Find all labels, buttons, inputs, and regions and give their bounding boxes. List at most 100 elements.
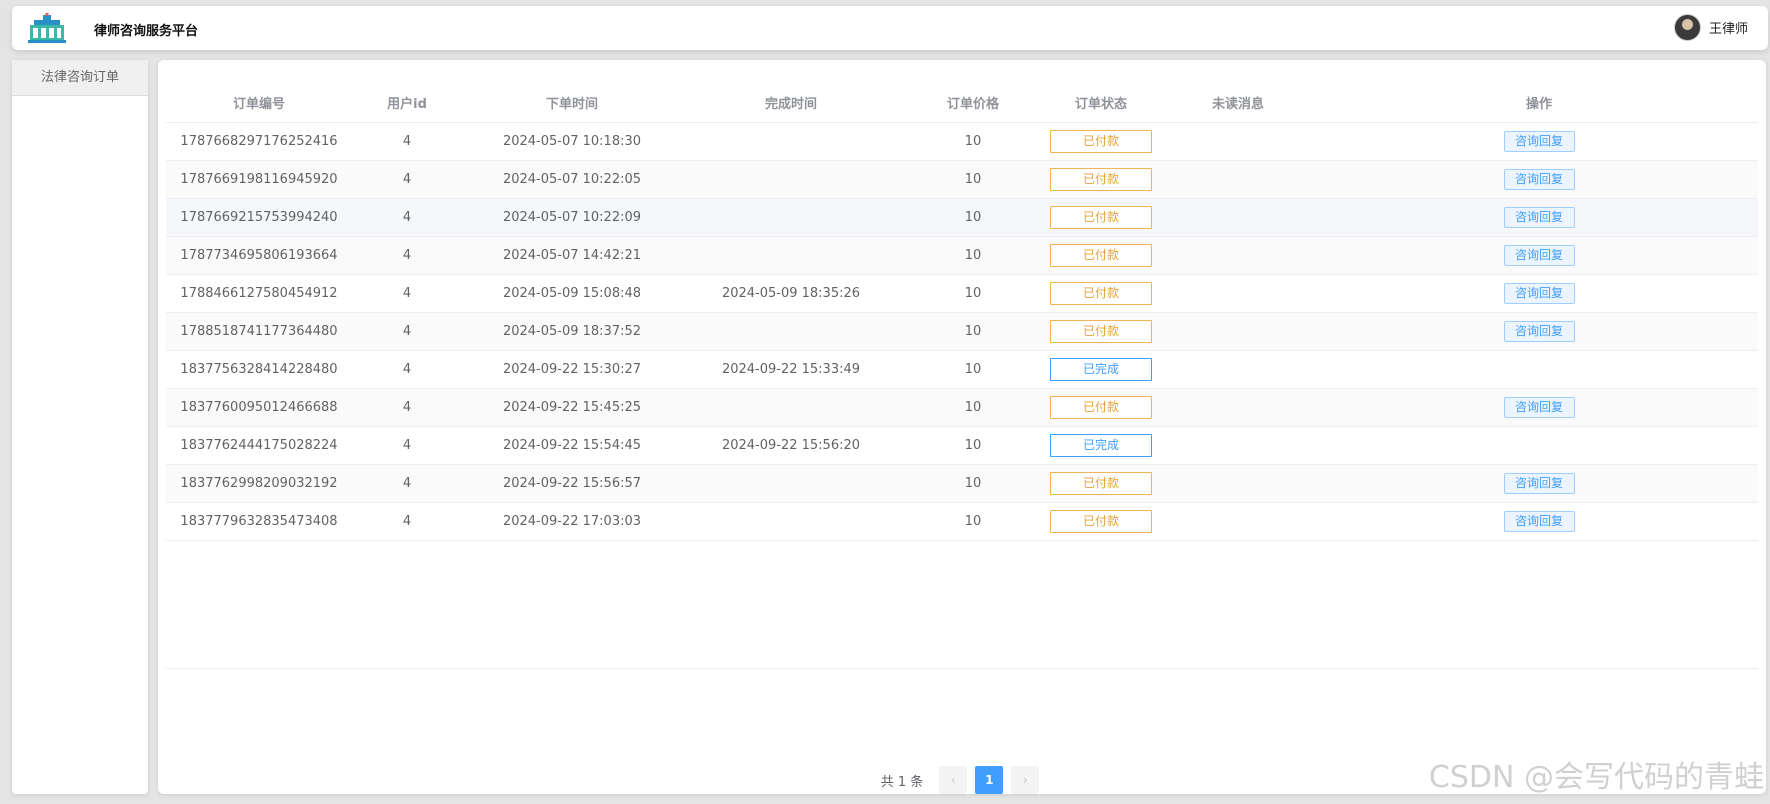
cell-user-id: 4 xyxy=(352,312,462,351)
cell-actions: 咨询回复 xyxy=(1320,502,1758,541)
cell-order-id: 1787668297176252416 xyxy=(166,122,352,161)
user-menu[interactable]: 王律师 xyxy=(1673,14,1748,41)
app-root: 律师咨询服务平台 王律师 法律咨询订单 订单编号 用户id 下单时间 完成时间 … xyxy=(0,0,1770,804)
cell-order-time: 2024-05-07 10:18:30 xyxy=(462,122,682,161)
cell-unread xyxy=(1156,274,1320,313)
cell-status: 已付款 xyxy=(1046,236,1156,275)
col-header-actions[interactable]: 操作 xyxy=(1320,84,1758,123)
sidebar-item-legal-orders[interactable]: 法律咨询订单 xyxy=(12,60,148,96)
cell-order-id: 1788518741177364480 xyxy=(166,312,352,351)
table-row: 1837762444175028224 4 2024-09-22 15:54:45 2… xyxy=(166,426,1758,465)
cell-actions xyxy=(1320,350,1758,389)
cell-unread xyxy=(1156,502,1320,541)
col-header-price[interactable]: 订单价格 xyxy=(900,84,1046,123)
cell-finish-time xyxy=(682,160,900,199)
table-row: 1837762998209032192 4 2024-09-22 15:56:57 1… xyxy=(166,464,1758,503)
orders-table-body: 1787668297176252416 4 2024-05-07 10:18:30 1… xyxy=(166,122,1758,541)
cell-price: 10 xyxy=(900,122,1046,161)
app-title: 律师咨询服务平台 xyxy=(94,24,199,39)
col-header-user-id[interactable]: 用户id xyxy=(352,84,462,123)
cell-status: 已付款 xyxy=(1046,502,1156,541)
cell-actions: 咨询回复 xyxy=(1320,160,1758,199)
cell-unread xyxy=(1156,160,1320,199)
consult-reply-button[interactable]: 咨询回复 xyxy=(1503,320,1575,342)
cell-user-id: 4 xyxy=(352,160,462,199)
cell-order-time: 2024-09-22 15:30:27 xyxy=(462,350,682,389)
table-row: 1787669198116945920 4 2024-05-07 10:22:05 1… xyxy=(166,160,1758,199)
status-badge: 已完成 xyxy=(1050,357,1152,381)
cell-status: 已完成 xyxy=(1046,426,1156,465)
cell-status: 已付款 xyxy=(1046,388,1156,427)
cell-order-time: 2024-05-07 10:22:09 xyxy=(462,198,682,237)
status-badge: 已付款 xyxy=(1050,395,1152,419)
consult-reply-button[interactable]: 咨询回复 xyxy=(1503,168,1575,190)
col-header-status[interactable]: 订单状态 xyxy=(1046,84,1156,123)
law-firm-logo-icon xyxy=(28,13,66,43)
cell-status: 已付款 xyxy=(1046,312,1156,351)
cell-order-time: 2024-09-22 15:54:45 xyxy=(462,426,682,465)
user-avatar[interactable] xyxy=(1673,14,1701,41)
status-badge: 已完成 xyxy=(1050,433,1152,457)
next-page-button[interactable]: › xyxy=(1011,766,1040,794)
cell-price: 10 xyxy=(900,198,1046,237)
cell-order-id: 1837760095012466688 xyxy=(166,388,352,427)
cell-finish-time: 2024-05-09 18:35:26 xyxy=(682,274,900,313)
consult-reply-button[interactable]: 咨询回复 xyxy=(1503,206,1575,228)
cell-order-id: 1787669198116945920 xyxy=(166,160,352,199)
cell-actions: 咨询回复 xyxy=(1320,274,1758,313)
cell-finish-time: 2024-09-22 15:33:49 xyxy=(682,350,900,389)
cell-finish-time xyxy=(682,502,900,541)
top-header: 律师咨询服务平台 王律师 xyxy=(12,6,1768,50)
cell-price: 10 xyxy=(900,236,1046,275)
status-badge: 已付款 xyxy=(1050,281,1152,305)
table-row: 1788466127580454912 4 2024-05-09 15:08:48 2… xyxy=(166,274,1758,313)
user-name: 王律师 xyxy=(1708,22,1748,37)
consult-reply-button[interactable]: 咨询回复 xyxy=(1503,244,1575,266)
cell-actions: 咨询回复 xyxy=(1320,312,1758,351)
cell-order-id: 1787734695806193664 xyxy=(166,236,352,275)
consult-reply-button[interactable]: 咨询回复 xyxy=(1503,130,1575,152)
cell-price: 10 xyxy=(900,464,1046,503)
col-header-order-id[interactable]: 订单编号 xyxy=(166,84,352,123)
cell-order-time: 2024-09-22 15:45:25 xyxy=(462,388,682,427)
cell-finish-time xyxy=(682,236,900,275)
orders-table-container: 订单编号 用户id 下单时间 完成时间 订单价格 订单状态 未读消息 操作 17… xyxy=(166,84,1758,669)
cell-status: 已付款 xyxy=(1046,160,1156,199)
cell-unread xyxy=(1156,198,1320,237)
sidebar: 法律咨询订单 xyxy=(12,60,148,794)
cell-order-id: 1837762998209032192 xyxy=(166,464,352,503)
cell-user-id: 4 xyxy=(352,274,462,313)
cell-status: 已付款 xyxy=(1046,122,1156,161)
col-header-unread[interactable]: 未读消息 xyxy=(1156,84,1320,123)
consult-reply-button[interactable]: 咨询回复 xyxy=(1503,396,1575,418)
cell-actions xyxy=(1320,426,1758,465)
table-row: 1837756328414228480 4 2024-09-22 15:30:27 2… xyxy=(166,350,1758,389)
cell-finish-time xyxy=(682,122,900,161)
cell-order-time: 2024-05-07 14:42:21 xyxy=(462,236,682,275)
table-row: 1788518741177364480 4 2024-05-09 18:37:52 1… xyxy=(166,312,1758,351)
cell-price: 10 xyxy=(900,350,1046,389)
cell-user-id: 4 xyxy=(352,464,462,503)
consult-reply-button[interactable]: 咨询回复 xyxy=(1503,282,1575,304)
cell-status: 已付款 xyxy=(1046,464,1156,503)
cell-unread xyxy=(1156,236,1320,275)
prev-page-button[interactable]: ‹ xyxy=(939,766,968,794)
cell-order-id: 1788466127580454912 xyxy=(166,274,352,313)
cell-price: 10 xyxy=(900,426,1046,465)
cell-unread xyxy=(1156,388,1320,427)
consult-reply-button[interactable]: 咨询回复 xyxy=(1503,472,1575,494)
chevron-left-icon: ‹ xyxy=(950,773,956,787)
status-badge: 已付款 xyxy=(1050,471,1152,495)
cell-order-id: 1837779632835473408 xyxy=(166,502,352,541)
table-row: 1787734695806193664 4 2024-05-07 14:42:21 1… xyxy=(166,236,1758,275)
status-badge: 已付款 xyxy=(1050,205,1152,229)
col-header-finish-time[interactable]: 完成时间 xyxy=(682,84,900,123)
cell-actions: 咨询回复 xyxy=(1320,236,1758,275)
col-header-order-time[interactable]: 下单时间 xyxy=(462,84,682,123)
consult-reply-button[interactable]: 咨询回复 xyxy=(1503,510,1575,532)
cell-order-time: 2024-09-22 17:03:03 xyxy=(462,502,682,541)
cell-finish-time xyxy=(682,388,900,427)
cell-unread xyxy=(1156,122,1320,161)
cell-order-id: 1837762444175028224 xyxy=(166,426,352,465)
page-number-button[interactable]: 1 xyxy=(975,766,1004,794)
